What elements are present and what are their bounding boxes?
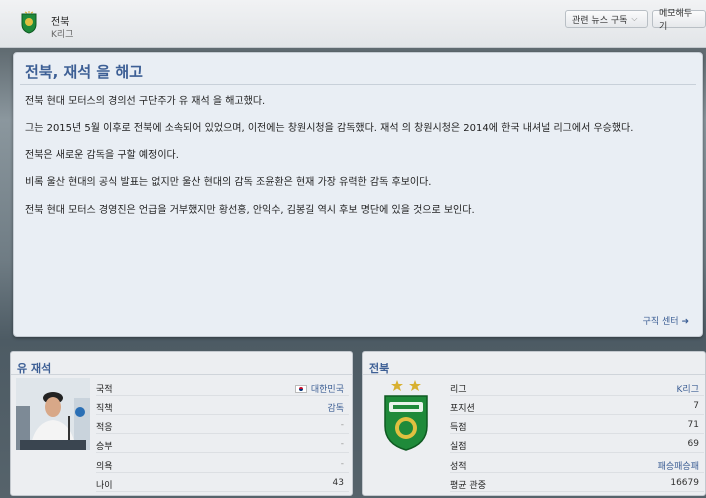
- memo-button[interactable]: 메모해두기: [652, 9, 706, 32]
- info-row-competitive: 승부 -: [96, 436, 349, 453]
- info-row-league: 리그 K리그: [450, 379, 704, 396]
- row-label: 나이: [96, 481, 113, 491]
- info-row-goals-for: 득점 71: [450, 417, 704, 434]
- row-value: 71: [687, 420, 699, 430]
- row-value: 대한민국: [310, 385, 344, 395]
- row-label: 리그: [450, 385, 467, 395]
- club-crest-icon: [384, 380, 428, 451]
- row-value[interactable]: 패승패승패: [658, 459, 699, 472]
- row-label: 포지션: [450, 404, 475, 414]
- row-value[interactable]: K리그: [677, 382, 699, 395]
- row-value: 43: [332, 478, 344, 488]
- info-row-age: 나이 43: [96, 475, 349, 492]
- club-panel: 전북 리그 K리그 포지션 7 득점 71 실점 69 성적 패승패승패 평균 …: [362, 351, 706, 496]
- club-league[interactable]: K리그: [51, 27, 73, 40]
- news-paragraph: 전북은 새로운 감독을 구할 예정이다.: [25, 150, 179, 161]
- club-crest-icon[interactable]: [20, 10, 38, 34]
- row-label: 승부: [96, 442, 113, 452]
- memo-label: 메모해두기: [659, 9, 693, 32]
- info-row-nationality: 국적 대한민국: [96, 379, 349, 396]
- row-label: 직책: [96, 404, 113, 414]
- row-label: 실점: [450, 442, 467, 452]
- news-paragraph: 그는 2015년 5월 이후로 전북에 소속되어 있었으며, 이전에는 창원시청…: [25, 123, 634, 134]
- news-paragraph: 비록 울산 현대의 공식 발표는 없지만 울산 현대의 감독 조윤환은 현재 가…: [25, 177, 432, 188]
- club-name[interactable]: 전북: [51, 13, 69, 28]
- info-row-position: 포지션 7: [450, 398, 704, 415]
- row-value[interactable]: 감독: [327, 401, 344, 414]
- row-label: 성적: [450, 462, 467, 472]
- arrow-right-icon: ➜: [681, 317, 689, 327]
- news-title: 전북, 재석 을 해고: [25, 63, 143, 81]
- job-center-link[interactable]: 구직 센터 ➜: [643, 314, 689, 327]
- divider: [11, 374, 352, 375]
- row-value: -: [340, 439, 344, 449]
- row-label: 의욕: [96, 462, 113, 472]
- info-row-form: 성적 패승패승패: [450, 456, 704, 473]
- row-value: 7: [693, 401, 699, 411]
- row-value: -: [340, 420, 344, 430]
- row-value: -: [340, 459, 344, 469]
- job-center-label: 구직 센터: [642, 317, 679, 327]
- news-paragraph: 전북 현대 모터스 경영진은 언급을 거부했지만 황선홍, 안익수, 김봉길 역…: [25, 205, 475, 216]
- info-row-role: 직책 감독: [96, 398, 349, 415]
- header-bar: 전북 K리그 관련 뉴스 구독 ⌵ 메모해두기: [0, 0, 706, 48]
- info-row-goals-against: 실점 69: [450, 436, 704, 453]
- news-paragraph: 전북 현대 모터스의 경의선 구단주가 유 재석 을 해고했다.: [25, 96, 266, 107]
- news-panel: 전북, 재석 을 해고 전북 현대 모터스의 경의선 구단주가 유 재석 을 해…: [13, 52, 703, 337]
- flag-icon: [294, 384, 307, 393]
- info-row-attendance: 평균 관중 16679: [450, 475, 704, 492]
- subscribe-news-label: 관련 뉴스 구독: [572, 15, 628, 26]
- row-value: 69: [687, 439, 699, 449]
- row-label: 적응: [96, 423, 113, 433]
- divider: [20, 84, 696, 85]
- row-label: 평균 관중: [450, 481, 486, 491]
- person-photo: [16, 378, 90, 450]
- nationality-value[interactable]: 대한민국: [294, 382, 344, 395]
- chevron-down-icon: ⌵: [631, 14, 638, 23]
- divider: [363, 374, 705, 375]
- row-label: 국적: [96, 385, 113, 395]
- info-row-motivation: 의욕 -: [96, 456, 349, 473]
- row-label: 득점: [450, 423, 467, 433]
- person-panel: 유 재석 국적 대한민국 직책 감독 적응 - 승부 - 의욕 - 나이 43: [10, 351, 353, 496]
- info-row-adapt: 적응 -: [96, 417, 349, 434]
- row-value: 16679: [670, 478, 699, 488]
- subscribe-news-button[interactable]: 관련 뉴스 구독 ⌵: [565, 10, 648, 28]
